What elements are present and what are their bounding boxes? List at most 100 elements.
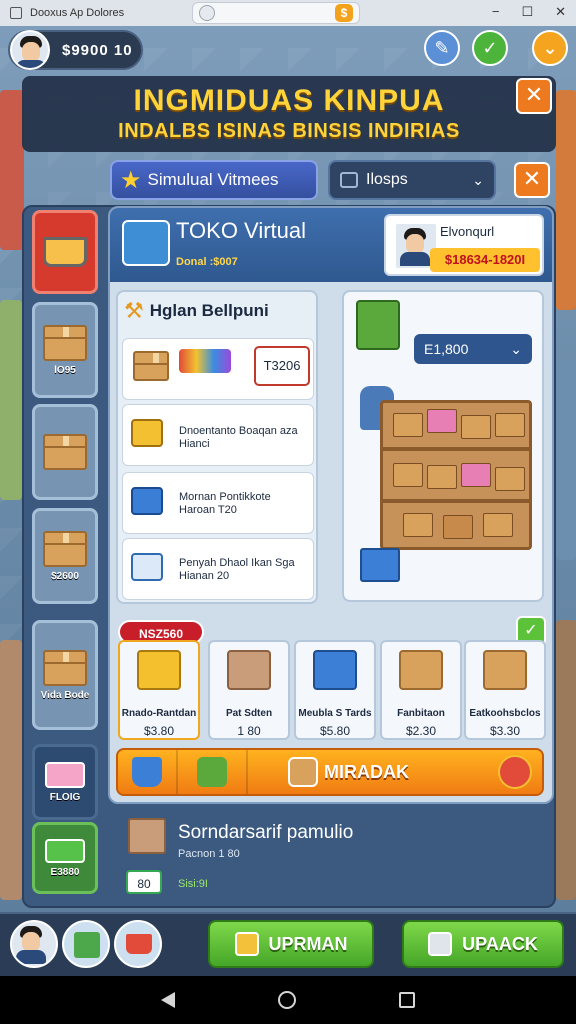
- simulation-button[interactable]: ★ Simulual Vitmees: [110, 160, 318, 200]
- inventory-row-line2: Hianan 20: [179, 570, 230, 582]
- sidebar-item-stock[interactable]: [32, 404, 98, 500]
- status-center-pill: $: [192, 2, 360, 24]
- product-card[interactable]: Eatkoohsbclos $3.30: [464, 640, 546, 740]
- sidebar-item-boxes[interactable]: lO95: [32, 302, 98, 398]
- chevron-down-icon: ⌄: [510, 340, 522, 357]
- box-icon: [234, 932, 259, 956]
- sidebar-item-cash[interactable]: E3880: [32, 822, 98, 894]
- basket-icon: [132, 757, 162, 787]
- inventory-heading-text: Hglan Bellpuni: [149, 301, 269, 320]
- price-input[interactable]: T3206: [254, 346, 310, 386]
- product-name: Rnado-Rantdan: [121, 708, 197, 719]
- inventory-row-line2: Haroan T20: [179, 504, 237, 516]
- upgrade-button[interactable]: UPRMAN: [208, 920, 374, 968]
- cancel-icon[interactable]: [498, 755, 532, 789]
- building: [556, 90, 576, 310]
- chevron-down-icon: ⌄: [472, 171, 484, 188]
- coin-icon[interactable]: $: [335, 4, 353, 22]
- notice-chip[interactable]: 80: [126, 870, 162, 894]
- product-price: $2.30: [405, 724, 437, 738]
- product-price: $3.30: [489, 724, 521, 738]
- forklift-icon: [356, 300, 400, 350]
- back-icon[interactable]: [161, 992, 176, 1008]
- home-icon[interactable]: [277, 991, 296, 1009]
- store-icon: [122, 220, 170, 266]
- notice-count: Sisi:9I: [178, 878, 208, 890]
- register-icon: [131, 487, 163, 515]
- sidebar-item-video[interactable]: Vida Bode: [32, 620, 98, 730]
- cart-icon: [43, 237, 87, 267]
- cash-icon: [45, 838, 85, 863]
- product-name: Meubla S Tards: [298, 708, 372, 719]
- crate-button[interactable]: [178, 750, 248, 794]
- sidebar-item-cart[interactable]: [32, 210, 98, 294]
- document-icon: [428, 932, 453, 956]
- box-icon: [43, 530, 87, 567]
- product-name: Fanbitaon: [397, 708, 445, 719]
- recent-apps-icon[interactable]: [398, 992, 415, 1008]
- box-icon: [43, 434, 87, 470]
- inventory-row-line1: Dnoentanto Boaqan aza: [179, 425, 298, 437]
- product-card[interactable]: Rnado-Rantdan $3.80: [118, 640, 200, 740]
- sidebar-item-label: E3880: [50, 866, 80, 878]
- box-icon: [43, 649, 87, 686]
- inventory-row[interactable]: Dnoentanto Boaqan aza Hianci: [122, 404, 314, 466]
- crate-icon: [197, 757, 227, 787]
- inventory-row-text: Mornan Pontikkote Haroan T20: [179, 491, 271, 517]
- money-counter: $9900 10: [62, 41, 133, 59]
- building: [0, 300, 22, 500]
- store-subtitle: Donal :$007: [176, 256, 238, 268]
- minimize-button[interactable]: −: [492, 4, 500, 20]
- blue-crate-icon: [360, 548, 400, 582]
- basket-button[interactable]: [118, 750, 178, 794]
- check-icon[interactable]: ✓: [472, 30, 508, 66]
- building: [556, 620, 576, 900]
- building: [0, 90, 24, 250]
- pencil-icon[interactable]: ✎: [424, 30, 460, 66]
- cart-button[interactable]: [114, 920, 162, 968]
- unpack-button[interactable]: UPAACK: [402, 920, 564, 968]
- close-window-button[interactable]: ✕: [555, 4, 566, 20]
- sidebar-item-price[interactable]: $2600: [32, 508, 98, 604]
- box-icon: [43, 324, 87, 361]
- owner-name: Elvonqurl: [440, 224, 495, 239]
- filter-close-button[interactable]: ✕: [514, 162, 550, 198]
- inventory-row[interactable]: Mornan Pontikkote Haroan T20: [122, 472, 314, 534]
- price-select-value: E1,800: [424, 341, 469, 357]
- building: [556, 360, 576, 560]
- inventory-heading: ⚒ Hglan Bellpuni: [124, 298, 269, 324]
- banner-close-button[interactable]: ✕: [516, 78, 552, 114]
- notice-subtitle: Pacnon 1 80: [178, 848, 240, 860]
- sidebar-item-label: Vida Bode: [40, 689, 90, 701]
- product-box-icon: [137, 650, 181, 690]
- window-controls: − ☐ ✕: [492, 4, 566, 20]
- maximize-button[interactable]: ☐: [521, 4, 533, 20]
- system-nav-bar: [0, 976, 576, 1024]
- product-name: Eatkoohsbclos: [469, 708, 541, 719]
- inventory-row-line2: Hianci: [179, 438, 210, 450]
- hammer-icon: ⚒: [124, 298, 144, 323]
- product-card[interactable]: Fanbitaon $2.30: [380, 640, 462, 740]
- building: [0, 640, 22, 900]
- inventory-button[interactable]: [62, 920, 110, 968]
- cabinet-icon: [74, 932, 100, 958]
- chevron-down-icon[interactable]: ⌄: [532, 30, 568, 66]
- price-select[interactable]: E1,800 ⌄: [414, 334, 532, 364]
- player-profile[interactable]: $9900 10: [8, 30, 143, 70]
- owner-balance: $18634-1820I: [430, 248, 540, 272]
- purchase-label: MIRADAK: [324, 761, 409, 782]
- product-box-icon: [227, 650, 271, 690]
- product-price: $5.80: [319, 724, 351, 738]
- inventory-row[interactable]: Penyah Dhaol Ikan Sga Hianan 20: [122, 538, 314, 600]
- product-box-icon: [313, 650, 357, 690]
- avatar[interactable]: [10, 30, 50, 70]
- product-card[interactable]: Pat Sdten 1 80: [208, 640, 290, 740]
- profile-button[interactable]: [10, 920, 58, 968]
- game-title: INGMIDUAS KINPUA: [133, 84, 445, 117]
- dropdown-value: Ilosps: [366, 171, 408, 188]
- product-card[interactable]: Meubla S Tards $5.80: [294, 640, 376, 740]
- unpack-label: UPAACK: [462, 933, 538, 954]
- category-dropdown[interactable]: Ilosps ⌄: [328, 160, 496, 200]
- purchase-button[interactable]: MIRADAK: [248, 757, 488, 787]
- sidebar-item-eraser[interactable]: FLOIG: [32, 744, 98, 820]
